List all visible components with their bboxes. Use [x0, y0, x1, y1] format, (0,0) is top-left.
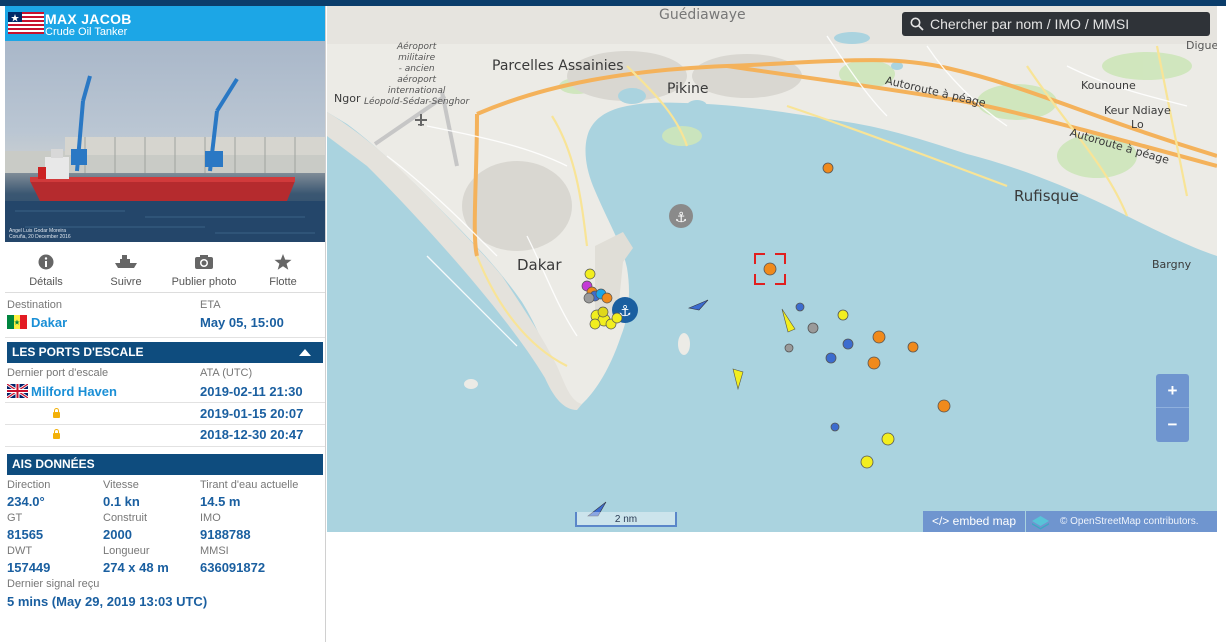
dwt-label: DWT [7, 545, 33, 557]
lock-icon [53, 429, 60, 439]
selected-vessel-marker [754, 253, 786, 285]
tab-follow[interactable]: Suivre [86, 242, 166, 292]
below-map-area [327, 532, 1226, 642]
layers-icon [1032, 516, 1049, 530]
tab-follow-label: Suivre [110, 276, 142, 288]
divider [5, 446, 325, 447]
ship-icon [115, 255, 137, 268]
mmsi-label: MMSI [200, 545, 229, 557]
map-scale-bar: 2 nm [575, 512, 677, 527]
ports-section-title: LES PORTS D'ESCALE [12, 345, 144, 359]
ata-label: ATA (UTC) [200, 367, 253, 379]
tab-publish-photo[interactable]: Publier photo [165, 242, 243, 292]
vessel-header: MAX JACOB Crude Oil Tanker [5, 6, 325, 41]
tab-fleet-label: Flotte [269, 276, 297, 288]
map-label-pikine: Pikine [667, 81, 709, 97]
divider [5, 402, 325, 403]
vessel-photo[interactable]: Angel Luis Godar Moreira Coruña, 20 Decem… [5, 41, 325, 242]
info-icon [38, 254, 54, 270]
speed-label: Vitesse [103, 479, 139, 491]
destination-link[interactable]: Dakar [31, 315, 67, 330]
ais-section-title: AIS DONNÉES [12, 457, 95, 471]
dwt-value: 157449 [7, 560, 51, 575]
action-tabs: Détails Suivre Publier photo Flotte [5, 242, 325, 293]
vessel-photo-image [5, 75, 325, 242]
tab-details[interactable]: Détails [6, 242, 86, 292]
last-port-label: Dernier port d'escale [7, 367, 109, 379]
zoom-out-button[interactable]: − [1156, 408, 1189, 441]
length-value: 274 x 48 m [103, 560, 169, 575]
vessel-search-input[interactable]: Chercher par nom / IMO / MMSI [902, 12, 1210, 36]
uk-flag-icon [7, 384, 28, 398]
ais-section-header[interactable]: AIS DONNÉES [7, 454, 323, 475]
length-label: Longueur [103, 545, 150, 557]
ports-section-header[interactable]: LES PORTS D'ESCALE [7, 342, 323, 363]
tab-publish-photo-label: Publier photo [171, 276, 237, 288]
vessel-type: Crude Oil Tanker [45, 26, 128, 38]
map-label-bargny: Bargny [1152, 258, 1192, 271]
map-label-guediawaye: Guédiawaye [659, 7, 746, 23]
map-attribution[interactable]: © OpenStreetMap contributors. [1055, 511, 1217, 532]
search-icon [910, 17, 924, 31]
camera-icon [195, 255, 213, 269]
imo-label: IMO [200, 512, 221, 524]
draught-value: 14.5 m [200, 494, 241, 509]
map-label-kounoune: Kounoune [1081, 79, 1136, 92]
mmsi-value: 636091872 [200, 560, 266, 575]
map-label-dakar: Dakar [517, 256, 562, 274]
map-view[interactable]: ⚓ ⚓ Guédiawaye Digue Aéroport militaire … [327, 6, 1217, 532]
senegal-flag-icon [7, 315, 27, 329]
zoom-in-button[interactable]: + [1156, 374, 1189, 407]
map-label-parcelles: Parcelles Assainies [492, 58, 624, 74]
destination-label: Destination [7, 299, 63, 311]
star-icon [274, 254, 292, 270]
vessel-name: MAX JACOB [45, 11, 132, 27]
draught-label: Tirant d'eau actuelle [200, 479, 299, 491]
port-ata-1: 2019-02-11 21:30 [200, 384, 303, 399]
eta-label: ETA [200, 299, 221, 311]
tab-details-label: Détails [29, 276, 63, 288]
anchorage-icon: ⚓ [669, 204, 693, 228]
direction-value: 234.0° [7, 494, 45, 509]
lock-icon [53, 408, 60, 418]
liberia-flag-icon [8, 12, 44, 34]
port-link-milford-haven[interactable]: Milford Haven [31, 384, 117, 399]
imo-value: 9188788 [200, 527, 251, 542]
svg-text:⚓: ⚓ [675, 210, 688, 226]
tab-fleet[interactable]: Flotte [243, 242, 323, 292]
map-label-keur-ndiaye: Keur Ndiaye Lo [1104, 104, 1171, 131]
last-signal-value: 5 mins (May 29, 2019 13:03 UTC) [7, 594, 208, 609]
last-signal-label: Dernier signal reçu [7, 578, 100, 590]
divider [5, 337, 325, 338]
vessel-panel: MAX JACOB Crude Oil Tanker Angel Luis Go… [5, 6, 326, 642]
gt-label: GT [7, 512, 23, 524]
embed-map-button[interactable]: </> embed map [923, 511, 1025, 532]
layers-logo[interactable] [1026, 511, 1055, 532]
divider [5, 424, 325, 425]
speed-value: 0.1 kn [103, 494, 140, 509]
map-label-digue: Digue [1186, 39, 1217, 52]
direction-label: Direction [7, 479, 51, 491]
map-label-rufisque: Rufisque [1014, 187, 1079, 205]
built-label: Construit [103, 512, 148, 524]
built-value: 2000 [103, 527, 132, 542]
zoom-controls: + − [1156, 374, 1189, 442]
gt-value: 81565 [7, 527, 44, 542]
collapse-up-icon[interactable] [299, 349, 311, 356]
map-label-airport: Aéroport militaire - ancien aéroport int… [364, 42, 470, 107]
eta-value: May 05, 15:00 [200, 315, 284, 330]
search-placeholder: Chercher par nom / IMO / MMSI [930, 16, 1130, 32]
port-ata-3: 2018-12-30 20:47 [200, 427, 304, 442]
photo-caption: Angel Luis Godar Moreira Coruña, 20 Decem… [9, 228, 71, 240]
port-ata-2: 2019-01-15 20:07 [200, 406, 304, 421]
map-label-ngor: Ngor [334, 92, 361, 105]
